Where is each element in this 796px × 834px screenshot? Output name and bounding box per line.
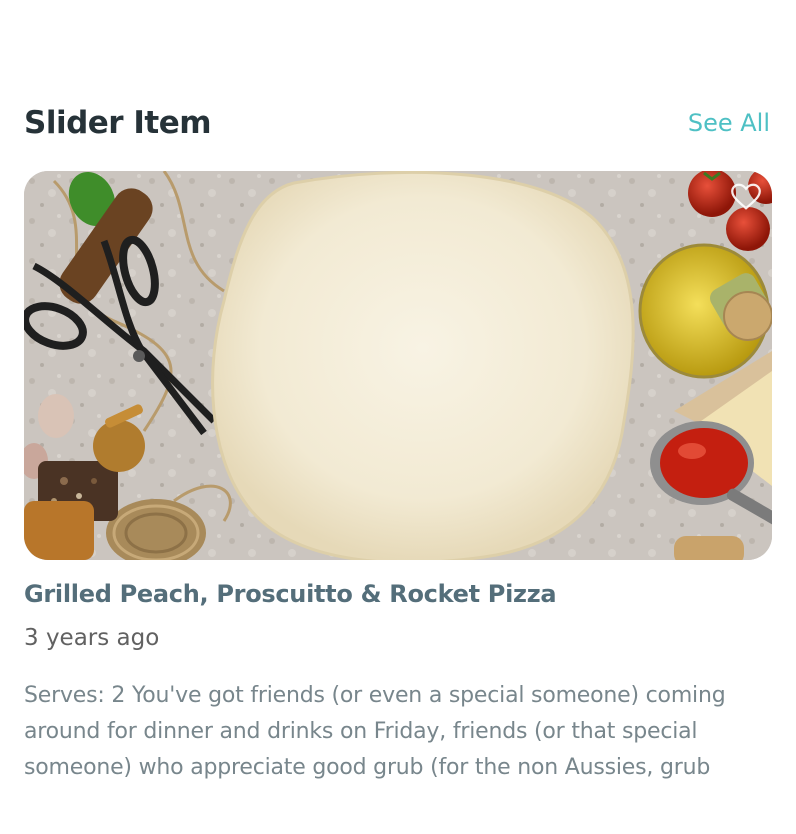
section-title: Slider Item — [24, 105, 212, 141]
section-header: Slider Item See All — [24, 98, 772, 148]
card-date: 3 years ago — [24, 625, 160, 651]
card-title[interactable]: Grilled Peach, Proscuitto & Rocket Pizza — [24, 580, 557, 608]
heart-outline-icon — [731, 183, 761, 210]
see-all-link[interactable]: See All — [688, 109, 770, 137]
pizza-dough-photo — [24, 171, 772, 560]
card-image[interactable] — [24, 171, 772, 560]
card-excerpt: Serves: 2 You've got friends (or even a … — [24, 683, 726, 780]
favorite-button[interactable] — [728, 179, 764, 215]
